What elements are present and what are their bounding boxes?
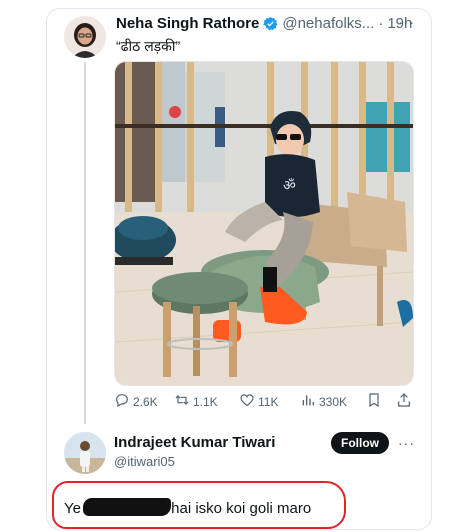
reply-author-handle[interactable]: @itiwari05 [114, 454, 175, 469]
views-action[interactable]: 330K [300, 392, 347, 411]
svg-text:ॐ: ॐ [283, 178, 296, 194]
tweet-actions: 2.6K 1.1K 11K 330K [114, 392, 414, 410]
follow-button[interactable]: Follow [331, 432, 389, 454]
reply-author-avatar[interactable] [64, 432, 106, 474]
bookmark-icon [366, 392, 382, 411]
verified-badge-icon [263, 16, 278, 31]
heart-icon [239, 392, 255, 411]
reply-author-name[interactable]: Indrajeet Kumar Tiwari [114, 434, 275, 451]
author-avatar[interactable] [64, 16, 106, 58]
repost-action[interactable]: 1.1K [174, 392, 218, 411]
views-bar-chart-icon [300, 392, 316, 411]
more-options-button[interactable]: ··· [398, 14, 415, 30]
red-highlight-circle [52, 481, 346, 529]
bookmark-button[interactable] [366, 392, 382, 411]
reply-icon [114, 392, 130, 411]
share-icon [396, 392, 412, 411]
time-separator: · [378, 15, 384, 32]
like-count: 11K [258, 394, 279, 409]
share-button[interactable] [396, 392, 412, 411]
views-count: 330K [319, 394, 348, 409]
tweet-header: Neha Singh Rathore @nehafolks... · 19h [116, 15, 412, 32]
tweet-text: “ढीठ लड़की” [116, 38, 181, 54]
thread-line [84, 62, 86, 424]
like-action[interactable]: 11K [239, 392, 278, 411]
repost-icon [174, 392, 190, 411]
repost-count: 1.1K [193, 394, 218, 409]
reply-more-options-button[interactable]: ··· [398, 435, 415, 451]
tweet-photo[interactable]: ॐ [114, 61, 414, 386]
reply-action[interactable]: 2.6K [114, 392, 158, 411]
author-name[interactable]: Neha Singh Rathore [116, 15, 259, 32]
author-handle[interactable]: @nehafolks... [282, 15, 374, 32]
reply-count: 2.6K [133, 394, 158, 409]
cafe-photo-illustration: ॐ [115, 62, 413, 385]
